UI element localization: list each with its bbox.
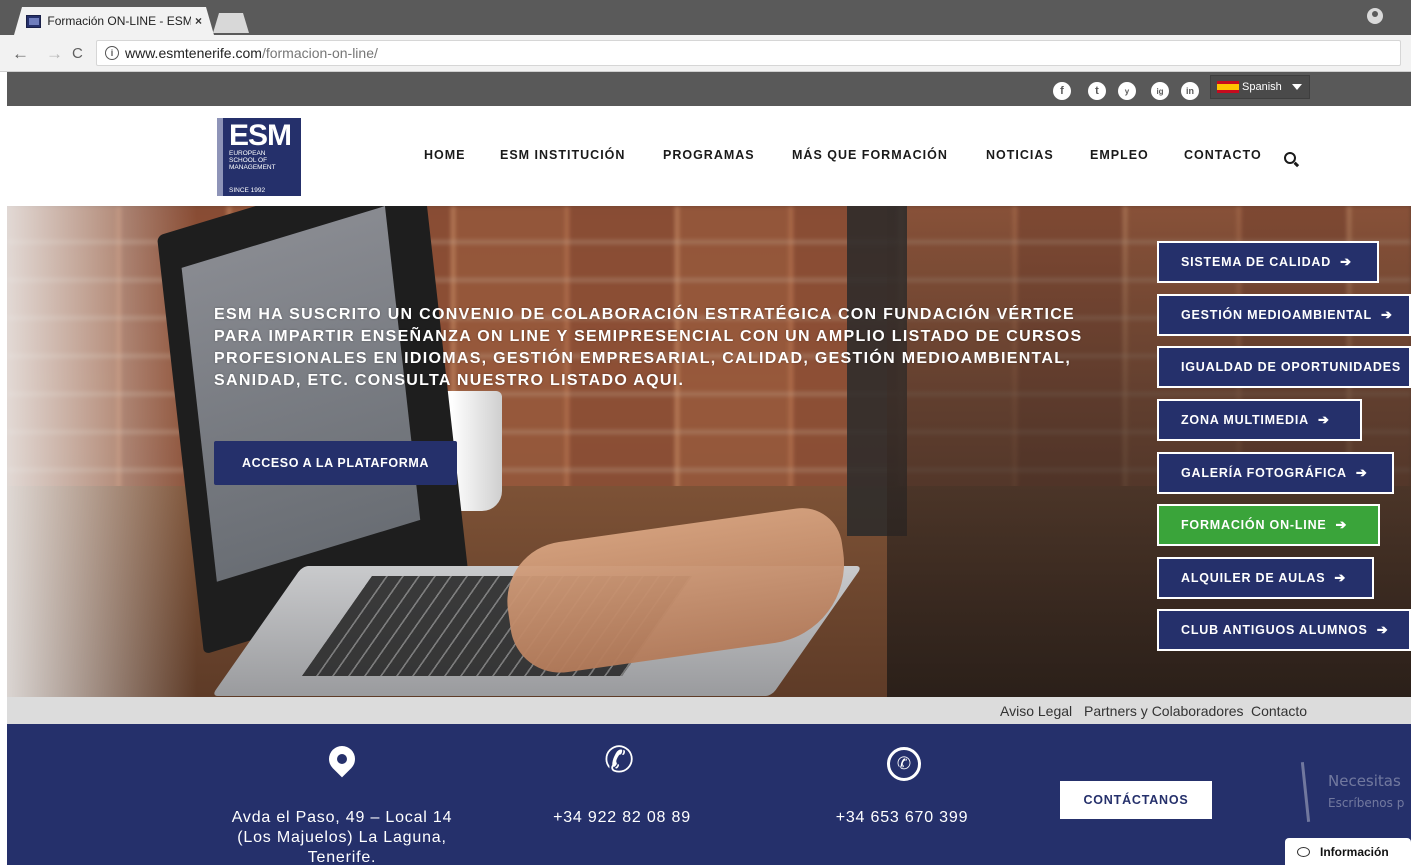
- contact-us-button[interactable]: CONTÁCTANOS: [1060, 781, 1212, 819]
- whatsapp-icon: ✆: [887, 747, 921, 781]
- whatsapp-number[interactable]: +34 653 670 399: [807, 808, 997, 828]
- address-line-2: (Los Majuelos) La Laguna,: [237, 829, 447, 846]
- instagram-icon[interactable]: ig: [1151, 82, 1169, 100]
- logo-since: SINCE 1992: [229, 187, 266, 194]
- nav-programas[interactable]: PROGRAMAS: [663, 148, 755, 164]
- side-button-zona-multimedia[interactable]: ZONA MULTIMEDIA ➔: [1157, 399, 1362, 441]
- hero-banner: ESM ha suscrito un convenio de colaborac…: [7, 206, 1411, 697]
- youtube-icon[interactable]: y: [1118, 82, 1136, 100]
- twitter-icon[interactable]: t: [1088, 82, 1106, 100]
- language-select[interactable]: Spanish: [1210, 75, 1310, 99]
- chat-bubble-icon: [1297, 846, 1310, 857]
- side-button-gestion-medioambiental[interactable]: GESTIÓN MEDIOAMBIENTAL ➔: [1157, 294, 1411, 336]
- site-info-icon[interactable]: i: [105, 46, 119, 60]
- contacto-link[interactable]: Contacto: [1251, 703, 1307, 719]
- logo-line-2: SCHOOL OF: [229, 157, 268, 164]
- platform-access-button[interactable]: ACCESO A LA PLATAFORMA: [214, 441, 457, 485]
- nav-noticias[interactable]: NOTICIAS: [986, 148, 1054, 164]
- back-icon[interactable]: ←: [12, 44, 29, 64]
- arrow-right-icon: ➔: [1317, 412, 1330, 427]
- side-button-label: GESTIÓN MEDIOAMBIENTAL: [1181, 308, 1372, 322]
- arrow-right-icon: ➔: [1380, 307, 1393, 322]
- profile-icon[interactable]: [1367, 8, 1383, 24]
- address-line-3: Tenerife.: [307, 849, 377, 865]
- site-header: ESM EUROPEAN SCHOOL OF MANAGEMENT SINCE …: [7, 106, 1411, 206]
- new-tab-button[interactable]: [213, 13, 249, 33]
- tab-title: Formación ON-LINE - ESM: [47, 14, 191, 28]
- phone-number[interactable]: +34 922 82 08 89: [527, 808, 717, 828]
- url-domain: www.esmtenerife.com: [125, 45, 262, 61]
- site-favicon-icon: [26, 14, 42, 28]
- nav-esm-institucion[interactable]: ESM INSTITUCIÓN: [500, 148, 625, 164]
- url-input[interactable]: i www.esmtenerife.com /formacion-on-line…: [96, 40, 1401, 66]
- forward-icon[interactable]: →: [46, 44, 63, 64]
- nav-mas-que-formacion[interactable]: MÁS QUE FORMACIÓN: [792, 148, 948, 164]
- browser-tab[interactable]: Formación ON-LINE - ESM ×: [14, 7, 214, 35]
- arrow-down-icon: [1300, 762, 1311, 822]
- arrow-right-icon: ➔: [1340, 254, 1352, 269]
- browser-tabstrip: Formación ON-LINE - ESM ×: [0, 0, 1411, 35]
- chevron-down-icon: [1291, 84, 1302, 90]
- side-button-label: ALQUILER DE AULAS: [1181, 571, 1326, 585]
- nav-home[interactable]: HOME: [424, 148, 466, 164]
- side-button-alquiler-aulas[interactable]: ALQUILER DE AULAS ➔: [1157, 557, 1374, 599]
- location-pin-icon: [323, 740, 361, 778]
- side-button-label: ZONA MULTIMEDIA: [1181, 413, 1309, 427]
- side-button-club-antiguos-alumnos[interactable]: CLUB ANTIGUOS ALUMNOS ➔: [1157, 609, 1411, 651]
- arrow-right-icon: ➔: [1355, 465, 1368, 480]
- side-button-galeria-fotografica[interactable]: GALERÍA FOTOGRÁFICA ➔: [1157, 452, 1394, 494]
- arrow-right-icon: ➔: [1376, 622, 1389, 637]
- address-line-1: Avda el Paso, 49 – Local 14: [231, 809, 453, 826]
- esm-logo[interactable]: ESM EUROPEAN SCHOOL OF MANAGEMENT SINCE …: [217, 118, 301, 196]
- partners-link[interactable]: Partners y Colaboradores: [1084, 703, 1244, 719]
- side-button-igualdad-oportunidades[interactable]: IGUALDAD DE OPORTUNIDADES: [1157, 346, 1411, 388]
- address-bar: ← → C i www.esmtenerife.com /formacion-o…: [0, 35, 1411, 72]
- side-button-label: FORMACIÓN ON-LINE: [1181, 518, 1327, 532]
- linkedin-icon[interactable]: in: [1181, 82, 1199, 100]
- facebook-icon[interactable]: f: [1053, 82, 1071, 100]
- chat-widget-button[interactable]: Información: [1285, 838, 1411, 865]
- footer-links-bar: Aviso Legal Partners y Colaboradores Con…: [7, 697, 1411, 724]
- tab-close-icon[interactable]: ×: [195, 14, 202, 28]
- chat-hint-line-1: Necesitas: [1328, 772, 1401, 790]
- url-path: /formacion-on-line/: [261, 45, 378, 61]
- side-button-label: SISTEMA DE CALIDAD: [1181, 255, 1332, 269]
- arrow-right-icon: ➔: [1334, 570, 1347, 585]
- language-label: Spanish: [1242, 81, 1282, 93]
- chat-hint: Necesitas Escríbenos p: [1294, 754, 1411, 834]
- hero-text: ESM ha suscrito un convenio de colaborac…: [214, 306, 1083, 389]
- nav-contacto[interactable]: CONTACTO: [1184, 148, 1262, 164]
- chat-widget-label: Información: [1320, 844, 1389, 859]
- contact-footer: Avda el Paso, 49 – Local 14 (Los Majuelo…: [7, 724, 1411, 865]
- logo-line-3: MANAGEMENT: [229, 164, 276, 171]
- chat-hint-line-2: Escríbenos p: [1328, 796, 1405, 810]
- side-button-label: IGUALDAD DE OPORTUNIDADES: [1181, 360, 1402, 374]
- side-button-formacion-online[interactable]: FORMACIÓN ON-LINE ➔: [1157, 504, 1380, 546]
- aviso-legal-link[interactable]: Aviso Legal: [1000, 703, 1072, 719]
- spain-flag-icon: [1217, 81, 1239, 93]
- side-button-label: CLUB ANTIGUOS ALUMNOS: [1181, 623, 1368, 637]
- side-button-label: GALERÍA FOTOGRÁFICA: [1181, 466, 1347, 480]
- side-button-sistema-calidad[interactable]: SISTEMA DE CALIDAD ➔: [1157, 241, 1379, 283]
- phone-icon: ✆: [604, 739, 635, 780]
- nav-empleo[interactable]: EMPLEO: [1090, 148, 1149, 164]
- arrow-right-icon: ➔: [1335, 517, 1348, 532]
- site-topbar: f t y ig in Spanish: [7, 72, 1411, 106]
- reload-icon[interactable]: C: [72, 45, 83, 62]
- address-block: Avda el Paso, 49 – Local 14 (Los Majuelo…: [217, 808, 467, 865]
- logo-wordmark: ESM: [229, 119, 292, 152]
- search-icon[interactable]: [1284, 152, 1296, 164]
